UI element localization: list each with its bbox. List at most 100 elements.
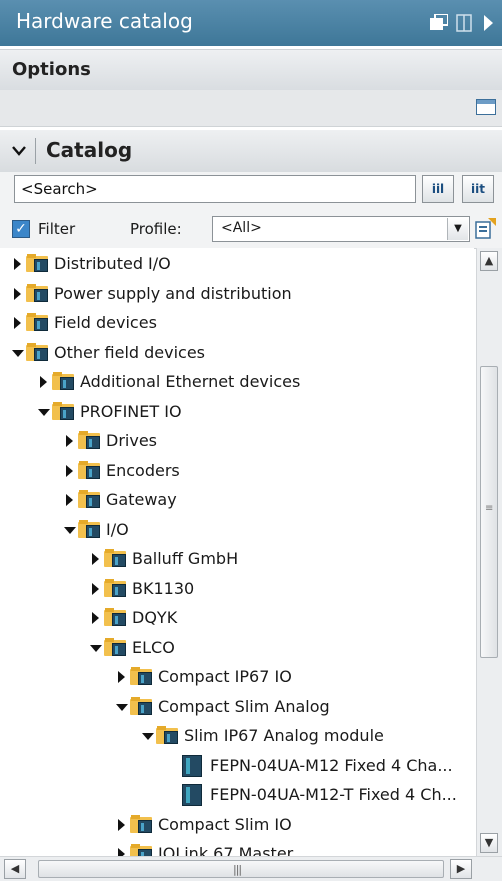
collapse-arrow-icon[interactable] bbox=[92, 582, 99, 595]
tree-item[interactable]: IOLink 67 Master bbox=[0, 840, 474, 856]
catalog-tree: Distributed I/O Power supply and distribu… bbox=[0, 248, 474, 856]
module-icon bbox=[182, 784, 202, 806]
profile-select[interactable]: <All> ▼ bbox=[212, 216, 470, 242]
collapse-arrow-icon[interactable] bbox=[66, 464, 73, 477]
search-up-button[interactable]: iit bbox=[462, 175, 494, 203]
folder-device-icon bbox=[104, 637, 126, 656]
tree-item[interactable]: I/O bbox=[0, 516, 474, 546]
window-title-bar: Hardware catalog bbox=[0, 0, 502, 46]
tree-item[interactable]: Encoders bbox=[0, 457, 474, 487]
collapse-arrow-icon[interactable] bbox=[118, 818, 125, 831]
tree-item-label: Additional Ethernet devices bbox=[80, 372, 301, 391]
folder-device-icon bbox=[78, 519, 100, 538]
scroll-down-icon[interactable]: ▼ bbox=[480, 833, 498, 853]
folder-device-icon bbox=[26, 283, 48, 302]
expand-arrow-icon[interactable] bbox=[90, 644, 102, 652]
catalog-header[interactable]: Catalog bbox=[0, 130, 502, 173]
tree-item-label: PROFINET IO bbox=[80, 401, 182, 421]
vertical-scroll-thumb[interactable]: ≡ bbox=[480, 366, 498, 658]
tree-item-label: DQYK bbox=[132, 608, 178, 627]
collapse-arrow-icon[interactable] bbox=[14, 258, 21, 270]
collapse-arrow-icon[interactable] bbox=[66, 435, 73, 447]
tree-item-label: ELCO bbox=[132, 637, 175, 657]
horizontal-scroll-thumb[interactable]: ||| bbox=[38, 860, 444, 878]
tree-item[interactable]: ELCO bbox=[0, 634, 474, 664]
collapse-arrow-icon[interactable] bbox=[14, 287, 21, 300]
window-title: Hardware catalog bbox=[16, 9, 193, 33]
expand-arrow-icon[interactable] bbox=[38, 408, 50, 416]
tree-item-label: Distributed I/O bbox=[54, 254, 171, 273]
tree-item[interactable]: Drives bbox=[0, 427, 474, 457]
tree-item-label: I/O bbox=[106, 519, 129, 539]
scroll-left-icon[interactable]: ◀ bbox=[4, 859, 26, 879]
tree-item-label: Drives bbox=[106, 431, 157, 450]
split-view-icon[interactable] bbox=[456, 14, 472, 32]
folder-device-icon bbox=[78, 431, 100, 449]
tree-item[interactable]: BK1130 bbox=[0, 575, 474, 605]
tree-item[interactable]: Additional Ethernet devices bbox=[0, 368, 474, 398]
tree-item[interactable]: Distributed I/O bbox=[0, 250, 474, 280]
tree-item[interactable]: Power supply and distribution bbox=[0, 280, 474, 310]
tree-item[interactable]: Compact IP67 IO bbox=[0, 663, 474, 693]
tree-item-label: FEPN-04UA-M12-T Fixed 4 Ch... bbox=[210, 785, 457, 804]
collapse-arrow-icon[interactable] bbox=[92, 553, 99, 565]
header-divider bbox=[35, 138, 36, 164]
collapse-arrow-icon[interactable] bbox=[92, 612, 99, 624]
tree-item-label: Power supply and distribution bbox=[54, 283, 292, 303]
search-row: iil iit bbox=[0, 172, 502, 212]
options-pane bbox=[0, 90, 502, 127]
tree-item[interactable]: DQYK bbox=[0, 604, 474, 634]
scroll-right-icon[interactable]: ▶ bbox=[450, 859, 472, 879]
folder-device-icon bbox=[52, 372, 74, 390]
tree-item[interactable]: Field devices bbox=[0, 309, 474, 339]
collapse-arrow-icon[interactable] bbox=[66, 494, 73, 506]
tree-item-label: Compact Slim IO bbox=[158, 814, 292, 834]
folder-device-icon bbox=[26, 342, 48, 361]
tree-item[interactable]: PROFINET IO bbox=[0, 398, 474, 428]
tree-item-label: Compact Slim Analog bbox=[158, 696, 330, 716]
folder-device-icon bbox=[130, 667, 152, 685]
collapse-pane-icon[interactable] bbox=[482, 14, 494, 32]
panel-layout-icon[interactable] bbox=[476, 99, 496, 115]
horizontal-scrollbar[interactable]: ◀ ||| ▶ bbox=[0, 856, 502, 881]
tree-item-label: Balluff GmbH bbox=[132, 549, 239, 568]
tree-item-label: Slim IP67 Analog module bbox=[184, 726, 384, 745]
options-label: Options bbox=[12, 59, 91, 80]
folder-device-icon bbox=[26, 254, 48, 272]
vertical-scrollbar[interactable]: ▲ ≡ ▼ bbox=[476, 248, 502, 856]
scroll-up-icon[interactable]: ▲ bbox=[480, 251, 498, 271]
collapse-arrow-icon[interactable] bbox=[118, 671, 125, 683]
tree-item[interactable]: Balluff GmbH bbox=[0, 545, 474, 575]
tree-item-label: IOLink 67 Master bbox=[158, 844, 294, 856]
chevron-down-icon[interactable] bbox=[12, 144, 26, 158]
folder-device-icon bbox=[52, 401, 74, 420]
expand-arrow-icon[interactable] bbox=[64, 526, 76, 534]
options-header[interactable]: Options bbox=[0, 49, 502, 91]
tree-item-label: Gateway bbox=[106, 490, 177, 509]
collapse-arrow-icon[interactable] bbox=[118, 848, 125, 856]
tree-item[interactable]: Compact Slim IO bbox=[0, 811, 474, 841]
collapse-arrow-icon[interactable] bbox=[14, 317, 21, 329]
expand-arrow-icon[interactable] bbox=[142, 733, 154, 740]
tree-item[interactable]: Other field devices bbox=[0, 339, 474, 369]
expand-arrow-icon[interactable] bbox=[116, 703, 128, 711]
tree-item[interactable]: FEPN-04UA-M12 Fixed 4 Cha... bbox=[0, 752, 474, 782]
folder-device-icon bbox=[104, 578, 126, 597]
profile-settings-icon[interactable] bbox=[474, 216, 498, 242]
search-down-button[interactable]: iil bbox=[422, 175, 454, 203]
module-icon bbox=[182, 754, 202, 777]
folder-device-icon bbox=[130, 696, 152, 715]
collapse-arrow-icon[interactable] bbox=[40, 376, 47, 388]
float-window-icon[interactable] bbox=[430, 14, 448, 30]
tree-item[interactable]: Gateway bbox=[0, 486, 474, 516]
tree-item[interactable]: Slim IP67 Analog module bbox=[0, 722, 474, 752]
tree-item[interactable]: Compact Slim Analog bbox=[0, 693, 474, 723]
filter-label: Filter bbox=[38, 220, 76, 238]
tree-item[interactable]: FEPN-04UA-M12-T Fixed 4 Ch... bbox=[0, 781, 474, 811]
filter-checkbox[interactable]: ✓ bbox=[12, 220, 30, 238]
dropdown-arrow-icon[interactable]: ▼ bbox=[447, 218, 468, 240]
expand-arrow-icon[interactable] bbox=[12, 349, 24, 357]
search-input[interactable] bbox=[14, 175, 416, 203]
filter-row: ✓ Filter Profile: <All> ▼ bbox=[0, 212, 502, 249]
profile-label: Profile: bbox=[130, 220, 182, 238]
